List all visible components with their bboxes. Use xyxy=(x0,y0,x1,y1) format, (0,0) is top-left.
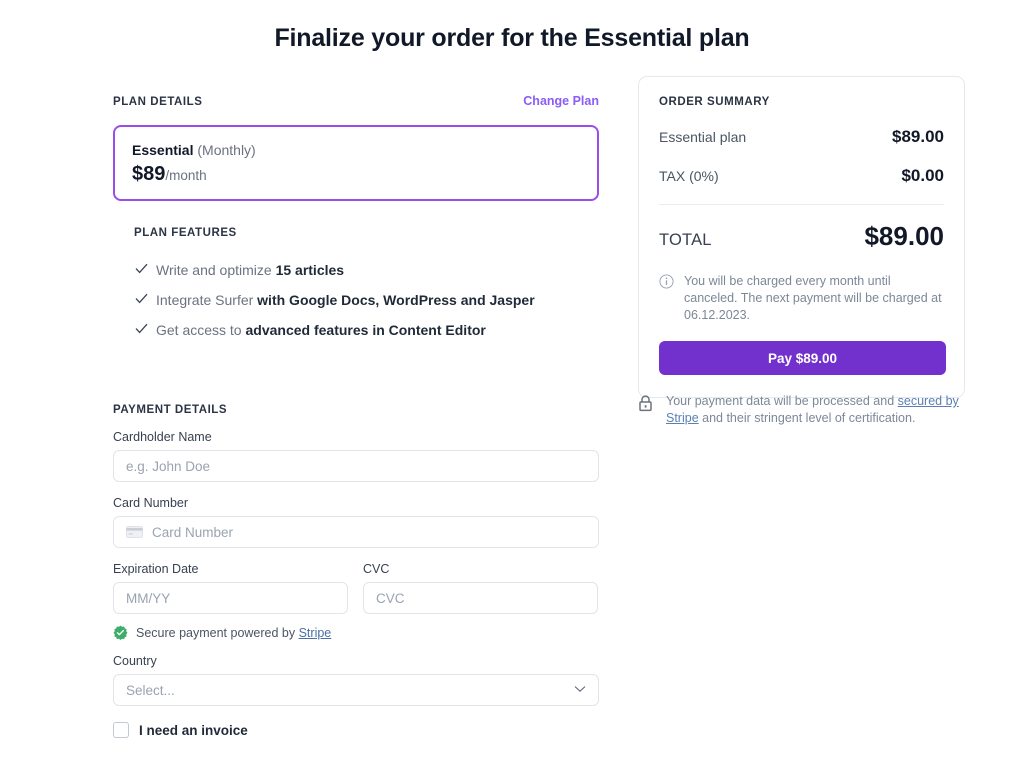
country-group: Country Select... xyxy=(113,654,599,706)
feature-text: Integrate Surfer with Google Docs, WordP… xyxy=(156,292,535,308)
feature-text: Get access to advanced features in Conte… xyxy=(156,322,486,338)
stripe-note-text: Secure payment powered by Stripe xyxy=(136,625,332,640)
credit-card-icon xyxy=(126,526,143,538)
cvc-label: CVC xyxy=(363,562,390,576)
expiration-date-label: Expiration Date xyxy=(113,562,199,576)
plan-details-label: PLAN DETAILS xyxy=(113,96,203,108)
pay-button[interactable]: Pay $89.00 xyxy=(659,341,946,375)
invoice-checkbox-label: I need an invoice xyxy=(139,722,248,738)
summary-item-value: $0.00 xyxy=(901,166,944,185)
order-summary-card: ORDER SUMMARY Essential plan $89.00 TAX … xyxy=(638,76,965,398)
cardholder-name-label: Cardholder Name xyxy=(113,430,212,444)
order-total-label: TOTAL xyxy=(659,231,712,249)
payment-security-text: Your payment data will be processed and … xyxy=(666,394,959,425)
payment-details-section: PAYMENT DETAILS Cardholder Name e.g. Joh… xyxy=(113,404,599,738)
cvc-group: CVC CVC xyxy=(363,562,598,614)
plan-name-row: Essential (Monthly) xyxy=(132,141,580,159)
card-number-input[interactable]: Card Number xyxy=(113,516,599,548)
plan-name: Essential xyxy=(132,142,194,158)
summary-line-item: Essential plan $89.00 xyxy=(659,127,944,147)
page-title: Finalize your order for the Essential pl… xyxy=(274,24,750,52)
order-total-value: $89.00 xyxy=(864,221,944,251)
stripe-secure-payment-note: Secure payment powered by Stripe xyxy=(113,625,599,640)
summary-item-label: TAX (0%) xyxy=(659,168,719,184)
invoice-checkbox-row[interactable]: I need an invoice xyxy=(113,722,599,738)
payment-details-label: PAYMENT DETAILS xyxy=(113,404,228,416)
expiration-date-placeholder: MM/YY xyxy=(126,590,171,606)
cardholder-name-placeholder: e.g. John Doe xyxy=(126,458,211,474)
plan-details-section: PLAN DETAILS Change Plan Essential (Mont… xyxy=(113,94,599,345)
payment-security-note: Your payment data will be processed and … xyxy=(638,393,968,427)
card-number-group: Card Number Card Number xyxy=(113,496,599,548)
expiration-date-input[interactable]: MM/YY xyxy=(113,582,348,614)
info-icon xyxy=(659,274,675,294)
stripe-link[interactable]: Stripe xyxy=(299,626,332,640)
summary-item-value: $89.00 xyxy=(892,127,944,146)
cardholder-name-input[interactable]: e.g. John Doe xyxy=(113,450,599,482)
recurring-charge-text: You will be charged every month until ca… xyxy=(684,274,942,322)
summary-item-label: Essential plan xyxy=(659,129,747,145)
feature-item: Integrate Surfer with Google Docs, WordP… xyxy=(134,285,599,315)
card-number-placeholder: Card Number xyxy=(152,524,234,540)
order-summary-title: ORDER SUMMARY xyxy=(659,96,770,108)
lock-icon xyxy=(638,395,654,417)
plan-details-header: PLAN DETAILS Change Plan xyxy=(113,94,599,108)
country-label: Country xyxy=(113,654,157,668)
plan-price-row: $89/month xyxy=(132,162,580,188)
plan-price-suffix: /month xyxy=(165,168,207,183)
chevron-down-icon xyxy=(574,684,586,696)
country-selected-value: Select... xyxy=(126,682,175,698)
plan-features-label: PLAN FEATURES xyxy=(134,227,237,239)
cardholder-name-group: Cardholder Name e.g. John Doe xyxy=(113,430,599,482)
cvc-placeholder: CVC xyxy=(376,590,405,606)
plan-billing-period: (Monthly) xyxy=(197,142,256,158)
feature-item: Get access to advanced features in Conte… xyxy=(134,315,599,345)
invoice-checkbox[interactable] xyxy=(113,722,129,738)
check-icon xyxy=(134,321,156,339)
selected-plan-card[interactable]: Essential (Monthly) $89/month xyxy=(113,125,599,201)
country-select[interactable]: Select... xyxy=(113,674,599,706)
order-total-row: TOTAL $89.00 xyxy=(659,221,944,252)
plan-price: $89 xyxy=(132,163,166,185)
feature-item: Write and optimize 15 articles xyxy=(134,255,599,285)
plan-features-list: Write and optimize 15 articles Integrate… xyxy=(134,255,599,345)
expiry-cvc-row: Expiration Date MM/YY CVC CVC xyxy=(113,562,599,614)
change-plan-link[interactable]: Change Plan xyxy=(523,94,599,108)
expiration-date-group: Expiration Date MM/YY xyxy=(113,562,348,614)
recurring-charge-note: You will be charged every month until ca… xyxy=(659,273,944,324)
summary-line-item: TAX (0%) $0.00 xyxy=(659,166,944,186)
feature-text: Write and optimize 15 articles xyxy=(156,262,345,278)
checkout-page: Finalize your order for the Essential pl… xyxy=(0,0,1024,763)
summary-divider xyxy=(659,204,944,205)
card-number-label: Card Number xyxy=(113,496,189,510)
check-icon xyxy=(134,261,156,279)
verified-badge-icon xyxy=(113,625,128,640)
cvc-input[interactable]: CVC xyxy=(363,582,598,614)
check-icon xyxy=(134,291,156,309)
